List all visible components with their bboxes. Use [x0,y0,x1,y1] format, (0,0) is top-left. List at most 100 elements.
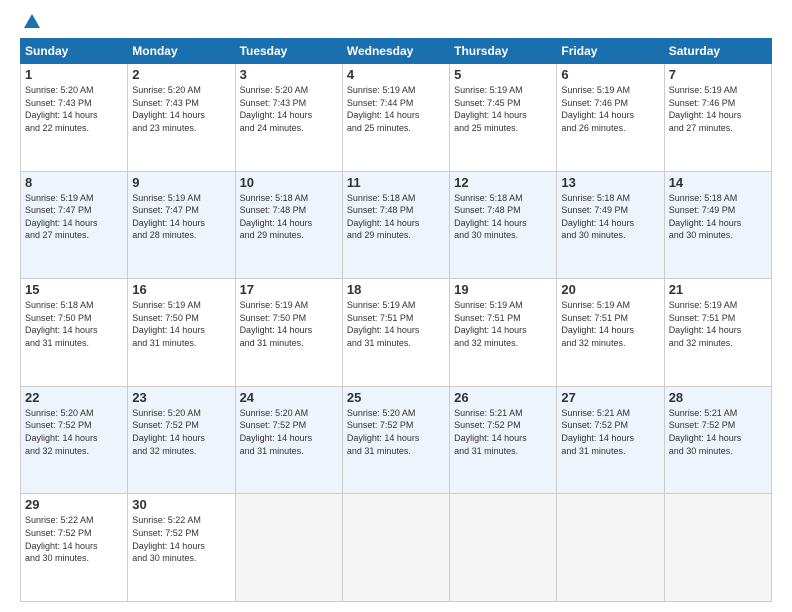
calendar-cell: 12 Sunrise: 5:18 AMSunset: 7:48 PMDayligh… [450,171,557,279]
day-number: 24 [240,390,338,405]
cell-info: Sunrise: 5:19 AMSunset: 7:46 PMDaylight:… [561,84,659,134]
cell-info: Sunrise: 5:19 AMSunset: 7:47 PMDaylight:… [25,192,123,242]
calendar-cell: 7 Sunrise: 5:19 AMSunset: 7:46 PMDaylight… [664,64,771,172]
header [20,18,772,28]
cell-info: Sunrise: 5:19 AMSunset: 7:47 PMDaylight:… [132,192,230,242]
day-number: 21 [669,282,767,297]
logo-triangle-icon [24,14,40,28]
day-number: 6 [561,67,659,82]
day-number: 17 [240,282,338,297]
calendar-header-friday: Friday [557,39,664,64]
calendar-cell: 6 Sunrise: 5:19 AMSunset: 7:46 PMDaylight… [557,64,664,172]
day-number: 29 [25,497,123,512]
calendar-cell: 17 Sunrise: 5:19 AMSunset: 7:50 PMDayligh… [235,279,342,387]
calendar-header-wednesday: Wednesday [342,39,449,64]
day-number: 19 [454,282,552,297]
calendar-cell: 23 Sunrise: 5:20 AMSunset: 7:52 PMDayligh… [128,386,235,494]
cell-info: Sunrise: 5:20 AMSunset: 7:52 PMDaylight:… [240,407,338,457]
cell-info: Sunrise: 5:21 AMSunset: 7:52 PMDaylight:… [454,407,552,457]
calendar-cell: 16Sunrise: 5:19 AMSunset: 7:50 PMDayligh… [128,279,235,387]
day-number: 11 [347,175,445,190]
cell-info: Sunrise: 5:20 AMSunset: 7:52 PMDaylight:… [132,407,230,457]
cell-info: Sunrise: 5:18 AMSunset: 7:48 PMDaylight:… [240,192,338,242]
cell-info: Sunrise: 5:18 AMSunset: 7:48 PMDaylight:… [454,192,552,242]
calendar-cell: 8 Sunrise: 5:19 AMSunset: 7:47 PMDaylight… [21,171,128,279]
calendar-header-thursday: Thursday [450,39,557,64]
cell-info: Sunrise: 5:21 AMSunset: 7:52 PMDaylight:… [669,407,767,457]
cell-info: Sunrise: 5:22 AMSunset: 7:52 PMDaylight:… [25,514,123,564]
calendar-cell [235,494,342,602]
cell-info: Sunrise: 5:19 AMSunset: 7:50 PMDaylight:… [132,299,230,349]
day-number: 15 [25,282,123,297]
cell-info: Sunrise: 5:20 AMSunset: 7:52 PMDaylight:… [347,407,445,457]
cell-info: Sunrise: 5:18 AMSunset: 7:49 PMDaylight:… [561,192,659,242]
day-number: 5 [454,67,552,82]
calendar-header-sunday: Sunday [21,39,128,64]
calendar-cell: 1 Sunrise: 5:20 AMSunset: 7:43 PMDaylight… [21,64,128,172]
day-number: 3 [240,67,338,82]
cell-info: Sunrise: 5:19 AMSunset: 7:46 PMDaylight:… [669,84,767,134]
cell-info: Sunrise: 5:18 AMSunset: 7:48 PMDaylight:… [347,192,445,242]
calendar-cell [557,494,664,602]
calendar-cell: 25 Sunrise: 5:20 AMSunset: 7:52 PMDayligh… [342,386,449,494]
cell-info: Sunrise: 5:19 AMSunset: 7:51 PMDaylight:… [561,299,659,349]
cell-info: Sunrise: 5:19 AMSunset: 7:51 PMDaylight:… [454,299,552,349]
day-number: 10 [240,175,338,190]
cell-info: Sunrise: 5:20 AMSunset: 7:52 PMDaylight:… [25,407,123,457]
cell-info: Sunrise: 5:19 AMSunset: 7:44 PMDaylight:… [347,84,445,134]
calendar-cell: 11 Sunrise: 5:18 AMSunset: 7:48 PMDayligh… [342,171,449,279]
calendar-cell: 27 Sunrise: 5:21 AMSunset: 7:52 PMDayligh… [557,386,664,494]
cell-info: Sunrise: 5:18 AMSunset: 7:49 PMDaylight:… [669,192,767,242]
logo [20,18,40,28]
day-number: 20 [561,282,659,297]
day-number: 14 [669,175,767,190]
calendar-cell: 10 Sunrise: 5:18 AMSunset: 7:48 PMDayligh… [235,171,342,279]
day-number: 28 [669,390,767,405]
day-number: 12 [454,175,552,190]
calendar-cell: 13 Sunrise: 5:18 AMSunset: 7:49 PMDayligh… [557,171,664,279]
calendar-cell: 30 Sunrise: 5:22 AMSunset: 7:52 PMDayligh… [128,494,235,602]
day-number: 7 [669,67,767,82]
calendar-cell: 18 Sunrise: 5:19 AMSunset: 7:51 PMDayligh… [342,279,449,387]
day-number: 1 [25,67,123,82]
calendar-cell: 14 Sunrise: 5:18 AMSunset: 7:49 PMDayligh… [664,171,771,279]
day-number: 25 [347,390,445,405]
calendar-cell: 28 Sunrise: 5:21 AMSunset: 7:52 PMDayligh… [664,386,771,494]
calendar-cell: 22Sunrise: 5:20 AMSunset: 7:52 PMDayligh… [21,386,128,494]
day-number: 27 [561,390,659,405]
day-number: 13 [561,175,659,190]
calendar-header-monday: Monday [128,39,235,64]
cell-info: Sunrise: 5:22 AMSunset: 7:52 PMDaylight:… [132,514,230,564]
cell-info: Sunrise: 5:19 AMSunset: 7:51 PMDaylight:… [347,299,445,349]
calendar-cell: 9 Sunrise: 5:19 AMSunset: 7:47 PMDaylight… [128,171,235,279]
calendar-cell: 26Sunrise: 5:21 AMSunset: 7:52 PMDayligh… [450,386,557,494]
cell-info: Sunrise: 5:19 AMSunset: 7:51 PMDaylight:… [669,299,767,349]
day-number: 23 [132,390,230,405]
page: SundayMondayTuesdayWednesdayThursdayFrid… [0,0,792,612]
calendar-cell: 3 Sunrise: 5:20 AMSunset: 7:43 PMDaylight… [235,64,342,172]
calendar-cell: 24 Sunrise: 5:20 AMSunset: 7:52 PMDayligh… [235,386,342,494]
calendar-cell: 5 Sunrise: 5:19 AMSunset: 7:45 PMDaylight… [450,64,557,172]
cell-info: Sunrise: 5:21 AMSunset: 7:52 PMDaylight:… [561,407,659,457]
calendar-cell [450,494,557,602]
day-number: 9 [132,175,230,190]
calendar-cell: 4 Sunrise: 5:19 AMSunset: 7:44 PMDaylight… [342,64,449,172]
calendar-header-saturday: Saturday [664,39,771,64]
cell-info: Sunrise: 5:20 AMSunset: 7:43 PMDaylight:… [240,84,338,134]
cell-info: Sunrise: 5:18 AMSunset: 7:50 PMDaylight:… [25,299,123,349]
calendar-cell: 21 Sunrise: 5:19 AMSunset: 7:51 PMDayligh… [664,279,771,387]
cell-info: Sunrise: 5:20 AMSunset: 7:43 PMDaylight:… [25,84,123,134]
cell-info: Sunrise: 5:20 AMSunset: 7:43 PMDaylight:… [132,84,230,134]
day-number: 4 [347,67,445,82]
day-number: 2 [132,67,230,82]
day-number: 8 [25,175,123,190]
calendar-cell [342,494,449,602]
calendar-cell: 19 Sunrise: 5:19 AMSunset: 7:51 PMDayligh… [450,279,557,387]
cell-info: Sunrise: 5:19 AMSunset: 7:45 PMDaylight:… [454,84,552,134]
day-number: 30 [132,497,230,512]
day-number: 18 [347,282,445,297]
calendar-header-tuesday: Tuesday [235,39,342,64]
calendar-cell: 15 Sunrise: 5:18 AMSunset: 7:50 PMDayligh… [21,279,128,387]
calendar-cell: 2 Sunrise: 5:20 AMSunset: 7:43 PMDaylight… [128,64,235,172]
cell-info: Sunrise: 5:19 AMSunset: 7:50 PMDaylight:… [240,299,338,349]
